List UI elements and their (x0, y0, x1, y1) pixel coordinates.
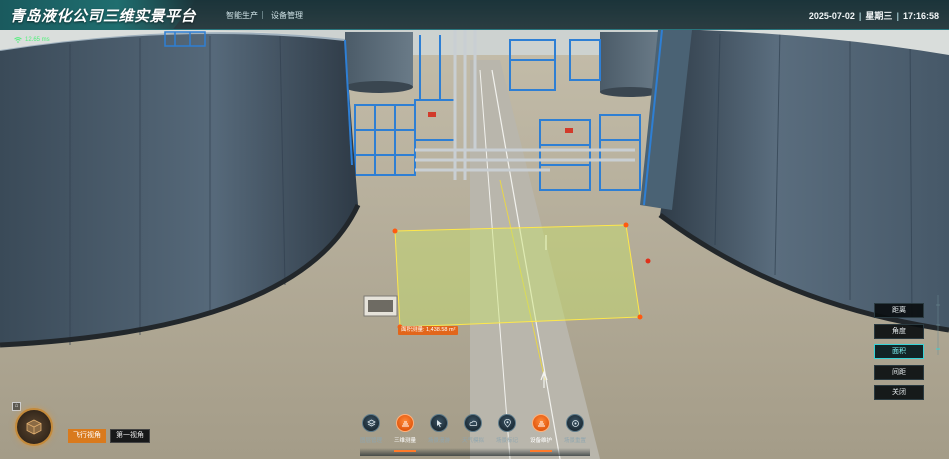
layers-icon (362, 414, 380, 432)
top-bar: 青岛液化公司三维实景平台 智能生产 设备管理 2025-07-02 | 星期三 | 17… (0, 0, 949, 30)
scene-render (0, 28, 949, 459)
measure-spacing-button[interactable]: 间距 (874, 364, 924, 380)
area-measurement-polygon (392, 222, 651, 330)
tool-label: 设备维护 (529, 438, 552, 444)
nav-item-equipment-management[interactable]: 设备管理 (271, 10, 303, 21)
measure-icon (396, 414, 414, 432)
measure-close-button[interactable]: 关闭 (874, 385, 924, 400)
nav-item-smart-production[interactable]: 智能生产 (226, 10, 258, 21)
fly-view-button[interactable]: 飞行视角 (68, 429, 106, 443)
bottom-toolbar: 图层管理 三维测量 场景漫游 天气模拟 场景标记 设备维护 场景重置 (350, 414, 600, 454)
cursor-icon (430, 414, 448, 432)
app-title: 青岛液化公司三维实景平台 (10, 8, 197, 25)
date-text: 2025-07-02 (808, 11, 855, 21)
tool-label: 场景标记 (495, 438, 518, 444)
home-icon[interactable]: ⌂ (12, 402, 21, 411)
tool-scene-roam[interactable]: 场景漫游 (421, 414, 457, 444)
area-measurement-label: 面积测量: 1,438.58 m² (398, 326, 459, 335)
nav-divider (262, 11, 263, 19)
network-status: 12.65 ms (14, 37, 50, 43)
maintenance-icon (532, 414, 550, 432)
tool-scene-marker[interactable]: 场景标记 (489, 414, 525, 444)
zoom-scale-indicator (936, 295, 940, 355)
time-text: 17:16:58 (902, 11, 939, 21)
measure-angle-button[interactable]: 角度 (874, 323, 924, 339)
wifi-icon (14, 37, 22, 43)
measure-tool-panel: 距离 角度 面积 间距 关闭 (874, 303, 924, 406)
tool-weather-simulation[interactable]: 天气模拟 (455, 414, 491, 444)
reset-icon (566, 414, 584, 432)
marker-icon (498, 414, 516, 432)
weather-icon (464, 414, 482, 432)
latency-text: 12.65 ms (25, 37, 50, 43)
tool-label: 三维测量 (393, 438, 416, 444)
tool-label: 场景漫游 (427, 438, 450, 444)
tool-label: 图层管理 (359, 438, 382, 444)
tool-label: 天气模拟 (461, 438, 484, 444)
tool-layer-management[interactable]: 图层管理 (353, 414, 389, 444)
datetime: 2025-07-02 | 星期三 | 17:16:58 (808, 11, 939, 21)
tool-3d-measure[interactable]: 三维测量 (387, 414, 423, 444)
cube-compass-icon[interactable] (15, 408, 53, 446)
first-person-view-button[interactable]: 第一视角 (110, 429, 150, 443)
3d-scene-viewport[interactable] (0, 0, 949, 459)
tool-scene-reset[interactable]: 场景重置 (557, 414, 593, 444)
active-tool-underline (530, 450, 552, 452)
weekday-text: 星期三 (865, 11, 893, 21)
active-tool-underline (394, 450, 416, 452)
tool-equipment-maintenance[interactable]: 设备维护 (523, 414, 559, 444)
tool-label: 场景重置 (563, 438, 586, 444)
measure-area-button[interactable]: 面积 (874, 344, 924, 359)
measure-distance-button[interactable]: 距离 (874, 303, 924, 318)
